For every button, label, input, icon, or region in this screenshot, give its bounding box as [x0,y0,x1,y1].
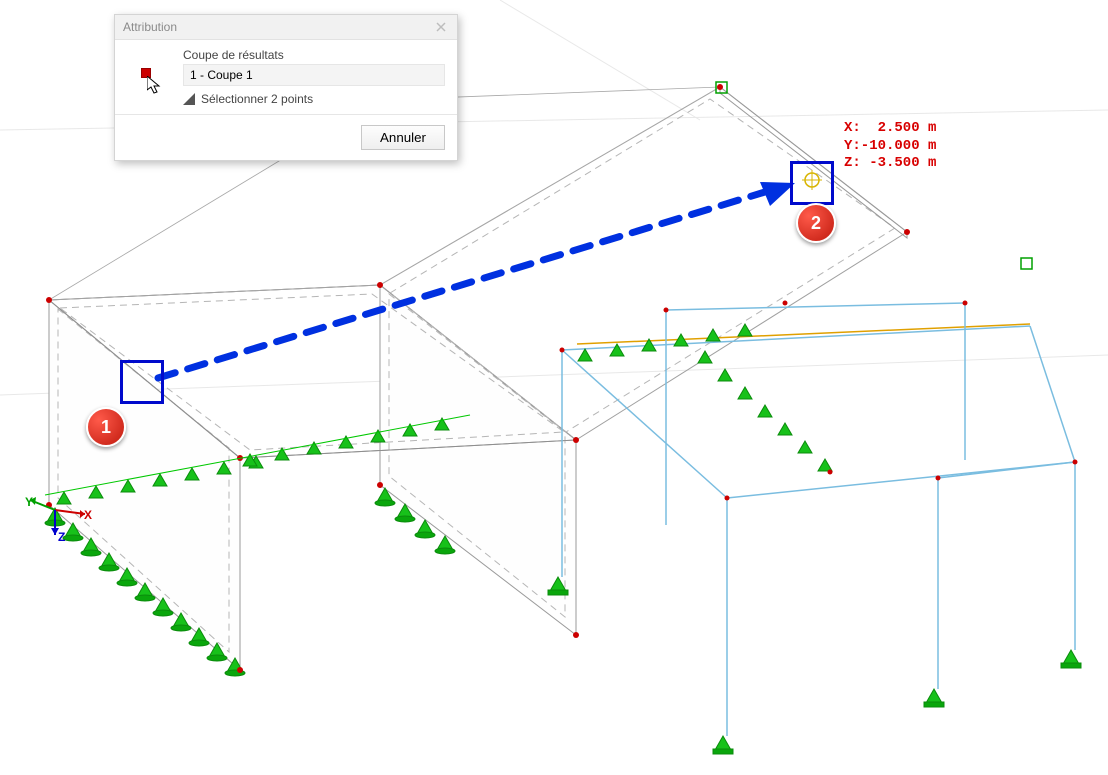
section-field-label: Coupe de résultats [183,48,445,62]
dialog-title: Attribution [123,20,177,34]
hint-text: Sélectionner 2 points [201,92,313,106]
pick-mode-icon [127,48,171,108]
close-icon [436,22,446,32]
attribution-dialog: Attribution Coupe de résultats 1 - Coupe… [114,14,458,161]
section-arrow [158,182,795,378]
pick-box-1 [120,360,164,404]
triangle-icon [183,93,195,105]
axis-z-label: Z [58,530,65,544]
marker-2: 2 [796,203,836,243]
axis-y-label: Y [25,495,33,509]
cursor-coordinates: X: 2.500 m Y:-10.000 m Z: -3.500 m [844,120,936,173]
dialog-close-button[interactable] [433,19,449,35]
marker-1: 1 [86,407,126,447]
pick-box-2 [790,161,834,205]
section-select[interactable]: 1 - Coupe 1 [183,64,445,86]
axis-x-label: X [84,508,92,522]
cancel-button[interactable]: Annuler [361,125,445,150]
